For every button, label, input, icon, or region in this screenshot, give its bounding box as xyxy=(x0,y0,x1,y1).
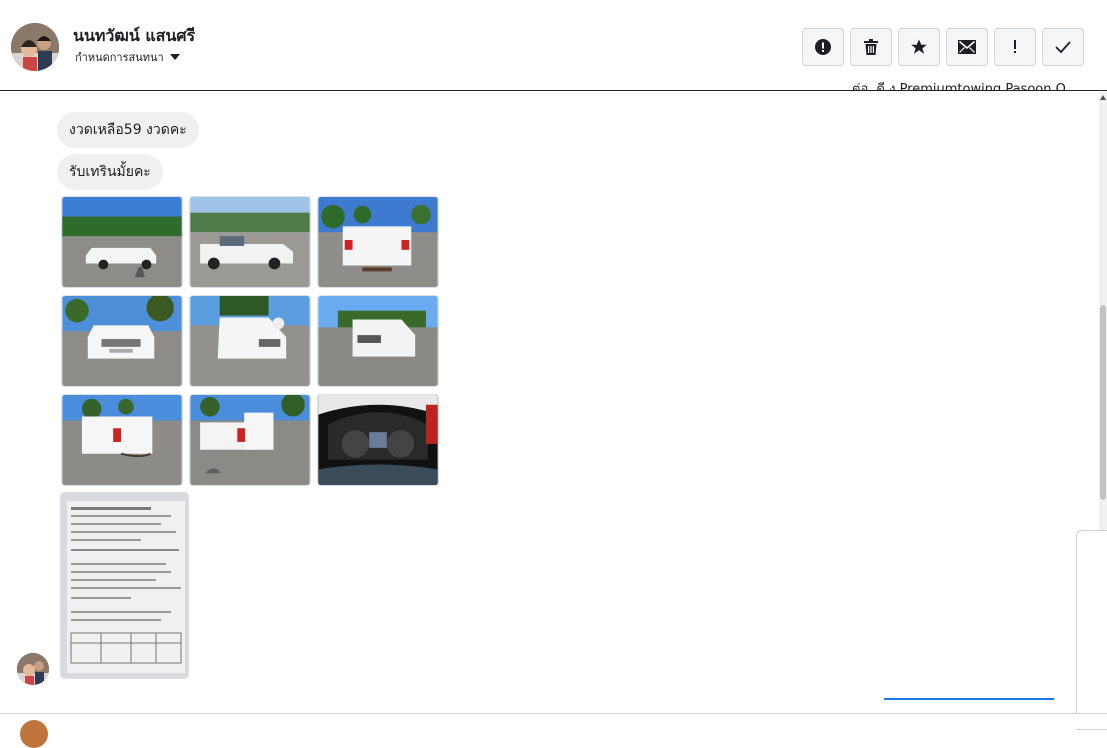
envelope-icon xyxy=(958,40,976,54)
photo-thumbnail[interactable] xyxy=(61,295,183,387)
conversation-settings-label: กำหนดการสนทนา xyxy=(75,51,164,64)
trash-icon xyxy=(864,39,878,55)
message-text: งวดเหลือ59 งวดคะ xyxy=(69,122,187,138)
mark-unread-button[interactable] xyxy=(946,28,988,66)
exclamation-icon xyxy=(1014,40,1016,53)
contact-avatar[interactable] xyxy=(11,23,59,71)
document-photo-thumbnail[interactable] xyxy=(60,492,189,679)
alert-button[interactable] xyxy=(802,28,844,66)
photo-thumbnail[interactable] xyxy=(317,196,439,288)
delete-button[interactable] xyxy=(850,28,892,66)
accent-line xyxy=(884,698,1054,700)
conversation-header: นนทวัฒน์ แสนศรี กำหนดการสนทนา xyxy=(0,0,1107,91)
photo-thumbnail[interactable] xyxy=(317,394,439,486)
photo-thumbnail[interactable] xyxy=(189,295,311,387)
star-icon xyxy=(911,39,927,54)
photo-thumbnail[interactable] xyxy=(61,394,183,486)
composer-avatar xyxy=(20,720,48,748)
conversation-toolbar xyxy=(802,28,1084,66)
photo-thumbnail[interactable] xyxy=(317,295,439,387)
message-composer[interactable] xyxy=(0,713,1107,729)
conversation-settings-dropdown[interactable]: กำหนดการสนทนา xyxy=(75,48,180,66)
photo-thumbnail[interactable] xyxy=(61,196,183,288)
spam-button[interactable] xyxy=(994,28,1036,66)
message-text: รับเทรินมั้ยคะ xyxy=(69,164,151,180)
caret-down-icon xyxy=(169,54,180,60)
check-icon xyxy=(1055,41,1071,53)
sender-avatar[interactable] xyxy=(17,653,49,685)
photo-thumbnail[interactable] xyxy=(189,196,311,288)
done-button[interactable] xyxy=(1042,28,1084,66)
photo-thumbnail[interactable] xyxy=(189,394,311,486)
message-bubble: รับเทรินมั้ยคะ xyxy=(57,154,163,190)
scrollbar-thumb[interactable] xyxy=(1100,305,1106,500)
exclamation-circle-icon xyxy=(815,39,831,55)
message-bubble: งวดเหลือ59 งวดคะ xyxy=(57,112,199,148)
partial-message-text: ต่อ..ดี ง Premiumtowing Pasoon O xyxy=(852,82,1066,91)
side-panel xyxy=(1076,530,1107,730)
contact-name: นนทวัฒน์ แสนศรี xyxy=(73,26,196,45)
star-button[interactable] xyxy=(898,28,940,66)
scroll-up-arrow-icon[interactable] xyxy=(1100,95,1106,100)
